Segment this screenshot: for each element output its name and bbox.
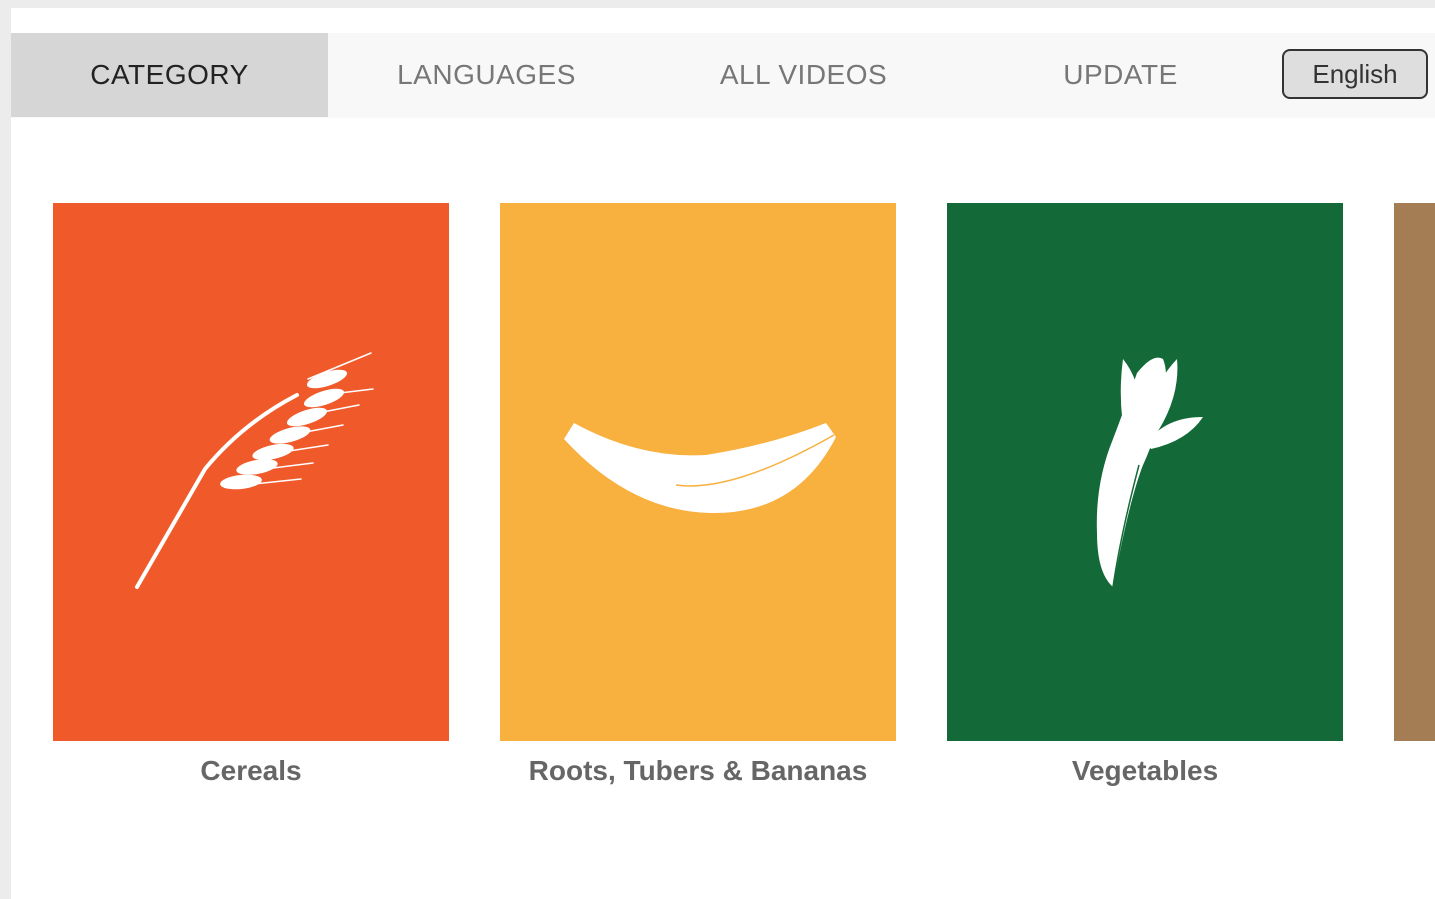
category-tile-vegetables[interactable] [947, 203, 1343, 741]
category-label-roots-tubers-bananas: Roots, Tubers & Bananas [528, 755, 868, 786]
category-card-vegetables[interactable]: Vegetables [947, 203, 1343, 787]
category-tile-cereals[interactable] [53, 203, 449, 741]
category-tile-partial[interactable] [1394, 203, 1435, 741]
banana-icon [564, 423, 836, 514]
carrot-icon [1096, 357, 1203, 588]
tab-category[interactable]: CATEGORY [11, 33, 328, 117]
app-window: CATEGORY LANGUAGES ALL VIDEOS UPDATE Eng… [11, 8, 1435, 899]
tab-languages[interactable]: LANGUAGES [328, 33, 645, 117]
category-card-roots-tubers-bananas[interactable]: Roots, Tubers & Bananas [500, 203, 896, 787]
tab-all-videos[interactable]: ALL VIDEOS [645, 33, 962, 117]
tab-update[interactable]: UPDATE [962, 33, 1279, 117]
category-label-vegetables: Vegetables [1071, 755, 1219, 786]
wheat-icon [135, 352, 374, 589]
category-card-cereals[interactable]: Cereals [53, 203, 449, 787]
top-tab-bar: CATEGORY LANGUAGES ALL VIDEOS UPDATE Eng… [11, 33, 1435, 118]
category-card-partial[interactable] [1394, 203, 1435, 741]
category-label-cereals: Cereals [200, 755, 302, 786]
category-tile-roots-tubers-bananas[interactable] [500, 203, 896, 741]
language-button[interactable]: English [1282, 49, 1428, 99]
